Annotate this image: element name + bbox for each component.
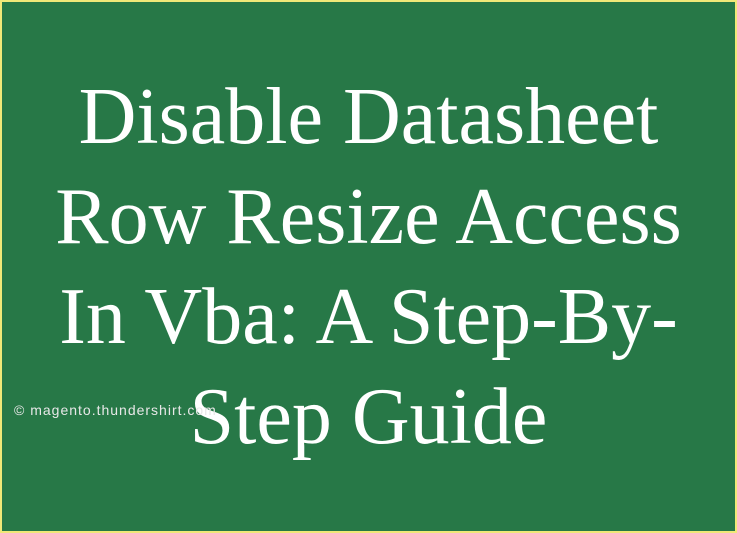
watermark-text: © magento.thundershirt.com	[14, 402, 217, 418]
